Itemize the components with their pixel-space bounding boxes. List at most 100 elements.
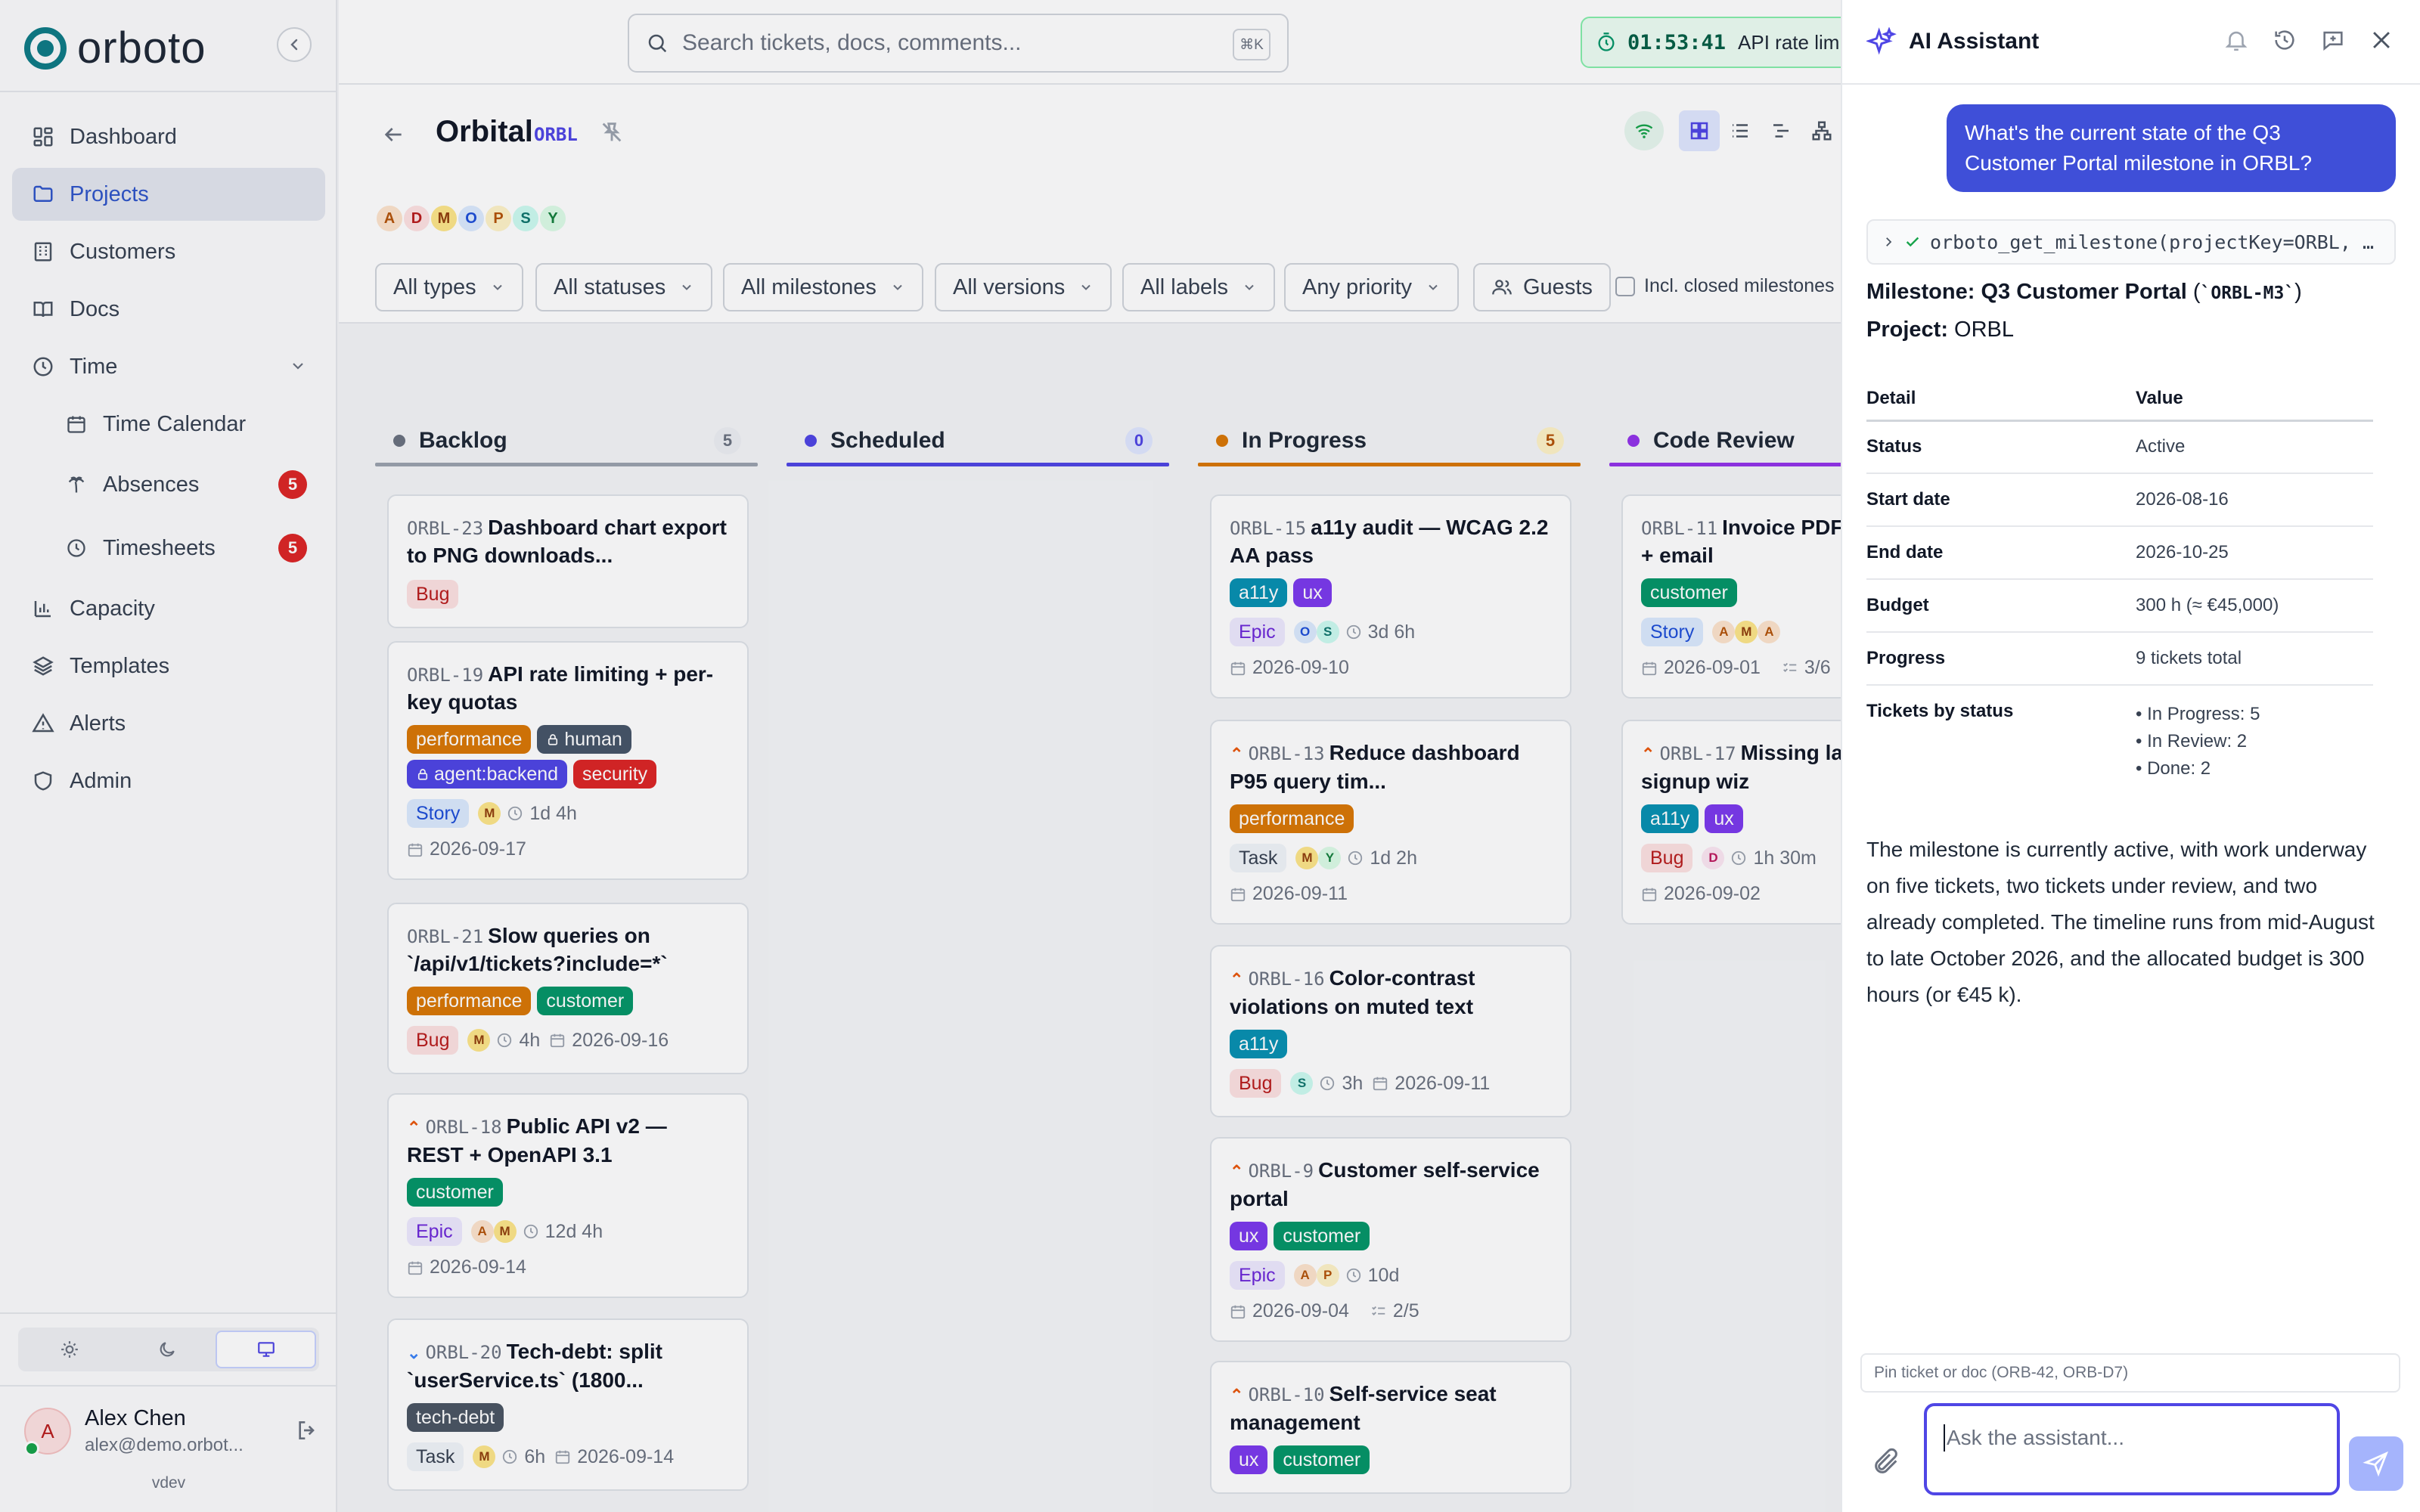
label-badge[interactable]: a11y (1230, 1030, 1288, 1058)
theme-system-button[interactable] (216, 1331, 317, 1368)
close-icon[interactable] (2369, 27, 2394, 53)
list-view-button[interactable] (1720, 110, 1761, 151)
filter-milestones[interactable]: All milestones (723, 263, 923, 311)
assignee-avatar[interactable]: M (1295, 847, 1319, 869)
attach-button[interactable] (1871, 1447, 1901, 1481)
label-badge[interactable]: customer (407, 1178, 503, 1207)
label-badge[interactable]: customer (537, 987, 634, 1015)
collapse-sidebar-button[interactable] (277, 27, 312, 62)
ticket-key[interactable]: ORBL-10 (1248, 1384, 1324, 1405)
ticket-key[interactable]: ORBL-21 (407, 926, 483, 947)
bell-icon[interactable] (2223, 27, 2249, 53)
label-badge[interactable]: tech-debt (407, 1403, 504, 1432)
nav-admin[interactable]: Admin (12, 754, 325, 807)
label-badge[interactable]: security (573, 760, 657, 789)
label-badge[interactable]: ux (1230, 1222, 1268, 1250)
filter-statuses[interactable]: All statuses (535, 263, 713, 311)
ticket-key[interactable]: ORBL-9 (1248, 1160, 1314, 1182)
assignee-avatar[interactable]: M (493, 1220, 517, 1243)
filter-priority[interactable]: Any priority (1284, 263, 1460, 311)
label-badge[interactable]: customer (1641, 578, 1737, 607)
label-badge[interactable]: customer (1274, 1445, 1370, 1474)
ticket-card[interactable]: ⌃ ORBL-9 Customer self-service portal ux cus… (1210, 1137, 1571, 1342)
tree-view-button[interactable] (1801, 110, 1842, 151)
ticket-card[interactable]: ORBL-19 API rate limiting + per-key quota… (387, 641, 749, 880)
label-badge[interactable]: customer (1274, 1222, 1370, 1250)
ticket-card[interactable]: ORBL-15 a11y audit — WCAG 2.2 AA pass a11y… (1210, 494, 1571, 699)
member-avatar[interactable]: A (375, 204, 404, 233)
project-members[interactable]: ADMOPSY (375, 204, 567, 233)
ticket-key[interactable]: ORBL-15 (1230, 518, 1306, 539)
member-avatar[interactable]: D (402, 204, 431, 233)
search-input[interactable]: Search tickets, docs, comments... (682, 30, 1022, 56)
user-profile[interactable]: A Alex Chen alex@demo.orbot... (24, 1403, 319, 1464)
logout-button[interactable] (295, 1418, 319, 1446)
include-closed-milestones[interactable]: Incl. closed milestones (1615, 275, 1835, 297)
ticket-card[interactable]: ⌃ ORBL-16 Color-contrast violations on mut… (1210, 945, 1571, 1117)
nav-templates[interactable]: Templates (12, 640, 325, 692)
filter-versions[interactable]: All versions (935, 263, 1112, 311)
send-button[interactable] (2349, 1436, 2403, 1491)
nav-projects[interactable]: Projects (12, 168, 325, 221)
label-badge[interactable]: performance (1230, 804, 1354, 833)
ask-assistant-input[interactable]: Ask the assistant... (1924, 1403, 2340, 1495)
ticket-card[interactable]: ORBL-21 Slow queries on `/api/v1/tickets?… (387, 903, 749, 1074)
guests-toggle[interactable]: Guests (1473, 263, 1611, 311)
ticket-key[interactable]: ORBL-16 (1248, 968, 1324, 990)
tool-call-disclosure[interactable]: orboto_get_milestone(projectKey=ORBL, mi… (1866, 219, 2396, 265)
ticket-key[interactable]: ORBL-13 (1248, 743, 1324, 764)
nav-timesheets[interactable]: Timesheets 5 (12, 522, 325, 575)
assignee-avatar[interactable]: S (1290, 1072, 1314, 1095)
new-chat-icon[interactable] (2320, 27, 2346, 53)
brand-logo[interactable]: orboto (24, 23, 206, 73)
pin-ticket-input[interactable]: Pin ticket or doc (ORB-42, ORB-D7) (1860, 1353, 2400, 1393)
assignee-avatar[interactable]: M (467, 1029, 491, 1052)
running-timer[interactable]: 01:53:41 API rate limit (1581, 17, 1883, 68)
filter-types[interactable]: All types (375, 263, 523, 311)
assignee-avatar[interactable]: A (1712, 621, 1736, 643)
nav-customers[interactable]: Customers (12, 225, 325, 278)
ticket-card[interactable]: ⌄ ORBL-20 Tech-debt: split `userService.ts… (387, 1318, 749, 1491)
ticket-card[interactable]: ORBL-23 Dashboard chart export to PNG dow… (387, 494, 749, 628)
ticket-card[interactable]: ⌃ ORBL-18 Public API v2 — REST + OpenAPI 3… (387, 1093, 749, 1298)
ticket-card[interactable]: ⌃ ORBL-13 Reduce dashboard P95 query tim..… (1210, 720, 1571, 925)
history-icon[interactable] (2272, 27, 2297, 53)
nav-dashboard[interactable]: Dashboard (12, 110, 325, 163)
member-avatar[interactable]: O (457, 204, 486, 233)
label-badge[interactable]: ux (1293, 578, 1332, 607)
label-badge[interactable]: performance (407, 987, 532, 1015)
board-view-button[interactable] (1679, 110, 1720, 151)
member-avatar[interactable]: M (430, 204, 458, 233)
ticket-key[interactable]: ORBL-18 (425, 1117, 501, 1138)
assignee-avatar[interactable]: S (1316, 621, 1339, 643)
member-avatar[interactable]: Y (538, 204, 567, 233)
assignee-avatar[interactable]: P (1316, 1264, 1339, 1287)
timeline-view-button[interactable] (1761, 110, 1801, 151)
include-closed-checkbox[interactable] (1615, 276, 1635, 296)
ticket-key[interactable]: ORBL-19 (407, 665, 483, 686)
assignee-avatar[interactable]: M (478, 802, 501, 825)
member-avatar[interactable]: S (511, 204, 540, 233)
assignee-avatar[interactable]: A (470, 1220, 494, 1243)
nav-time[interactable]: Time (12, 340, 325, 393)
nav-alerts[interactable]: Alerts (12, 697, 325, 750)
label-badge[interactable]: human (537, 725, 631, 754)
assignee-avatar[interactable]: D (1702, 847, 1725, 869)
label-badge[interactable]: a11y (1230, 578, 1288, 607)
global-search[interactable]: Search tickets, docs, comments... ⌘K (628, 14, 1289, 73)
ticket-card[interactable]: ⌃ ORBL-10 Self-service seat management ux cu… (1210, 1361, 1571, 1494)
nav-capacity[interactable]: Capacity (12, 582, 325, 635)
label-badge[interactable]: ux (1230, 1445, 1268, 1474)
assignee-avatar[interactable]: A (1293, 1264, 1317, 1287)
nav-time-calendar[interactable]: Time Calendar (12, 398, 325, 451)
member-avatar[interactable]: P (484, 204, 513, 233)
nav-docs[interactable]: Docs (12, 283, 325, 336)
ticket-key[interactable]: ORBL-20 (425, 1342, 501, 1363)
label-badge[interactable]: ux (1705, 804, 1743, 833)
theme-dark-button[interactable] (119, 1331, 216, 1368)
ticket-key[interactable]: ORBL-23 (407, 518, 483, 539)
back-button[interactable] (381, 122, 405, 150)
ticket-key[interactable]: ORBL-11 (1641, 518, 1717, 539)
label-badge[interactable]: a11y (1641, 804, 1699, 833)
label-badge[interactable]: performance (407, 725, 532, 754)
